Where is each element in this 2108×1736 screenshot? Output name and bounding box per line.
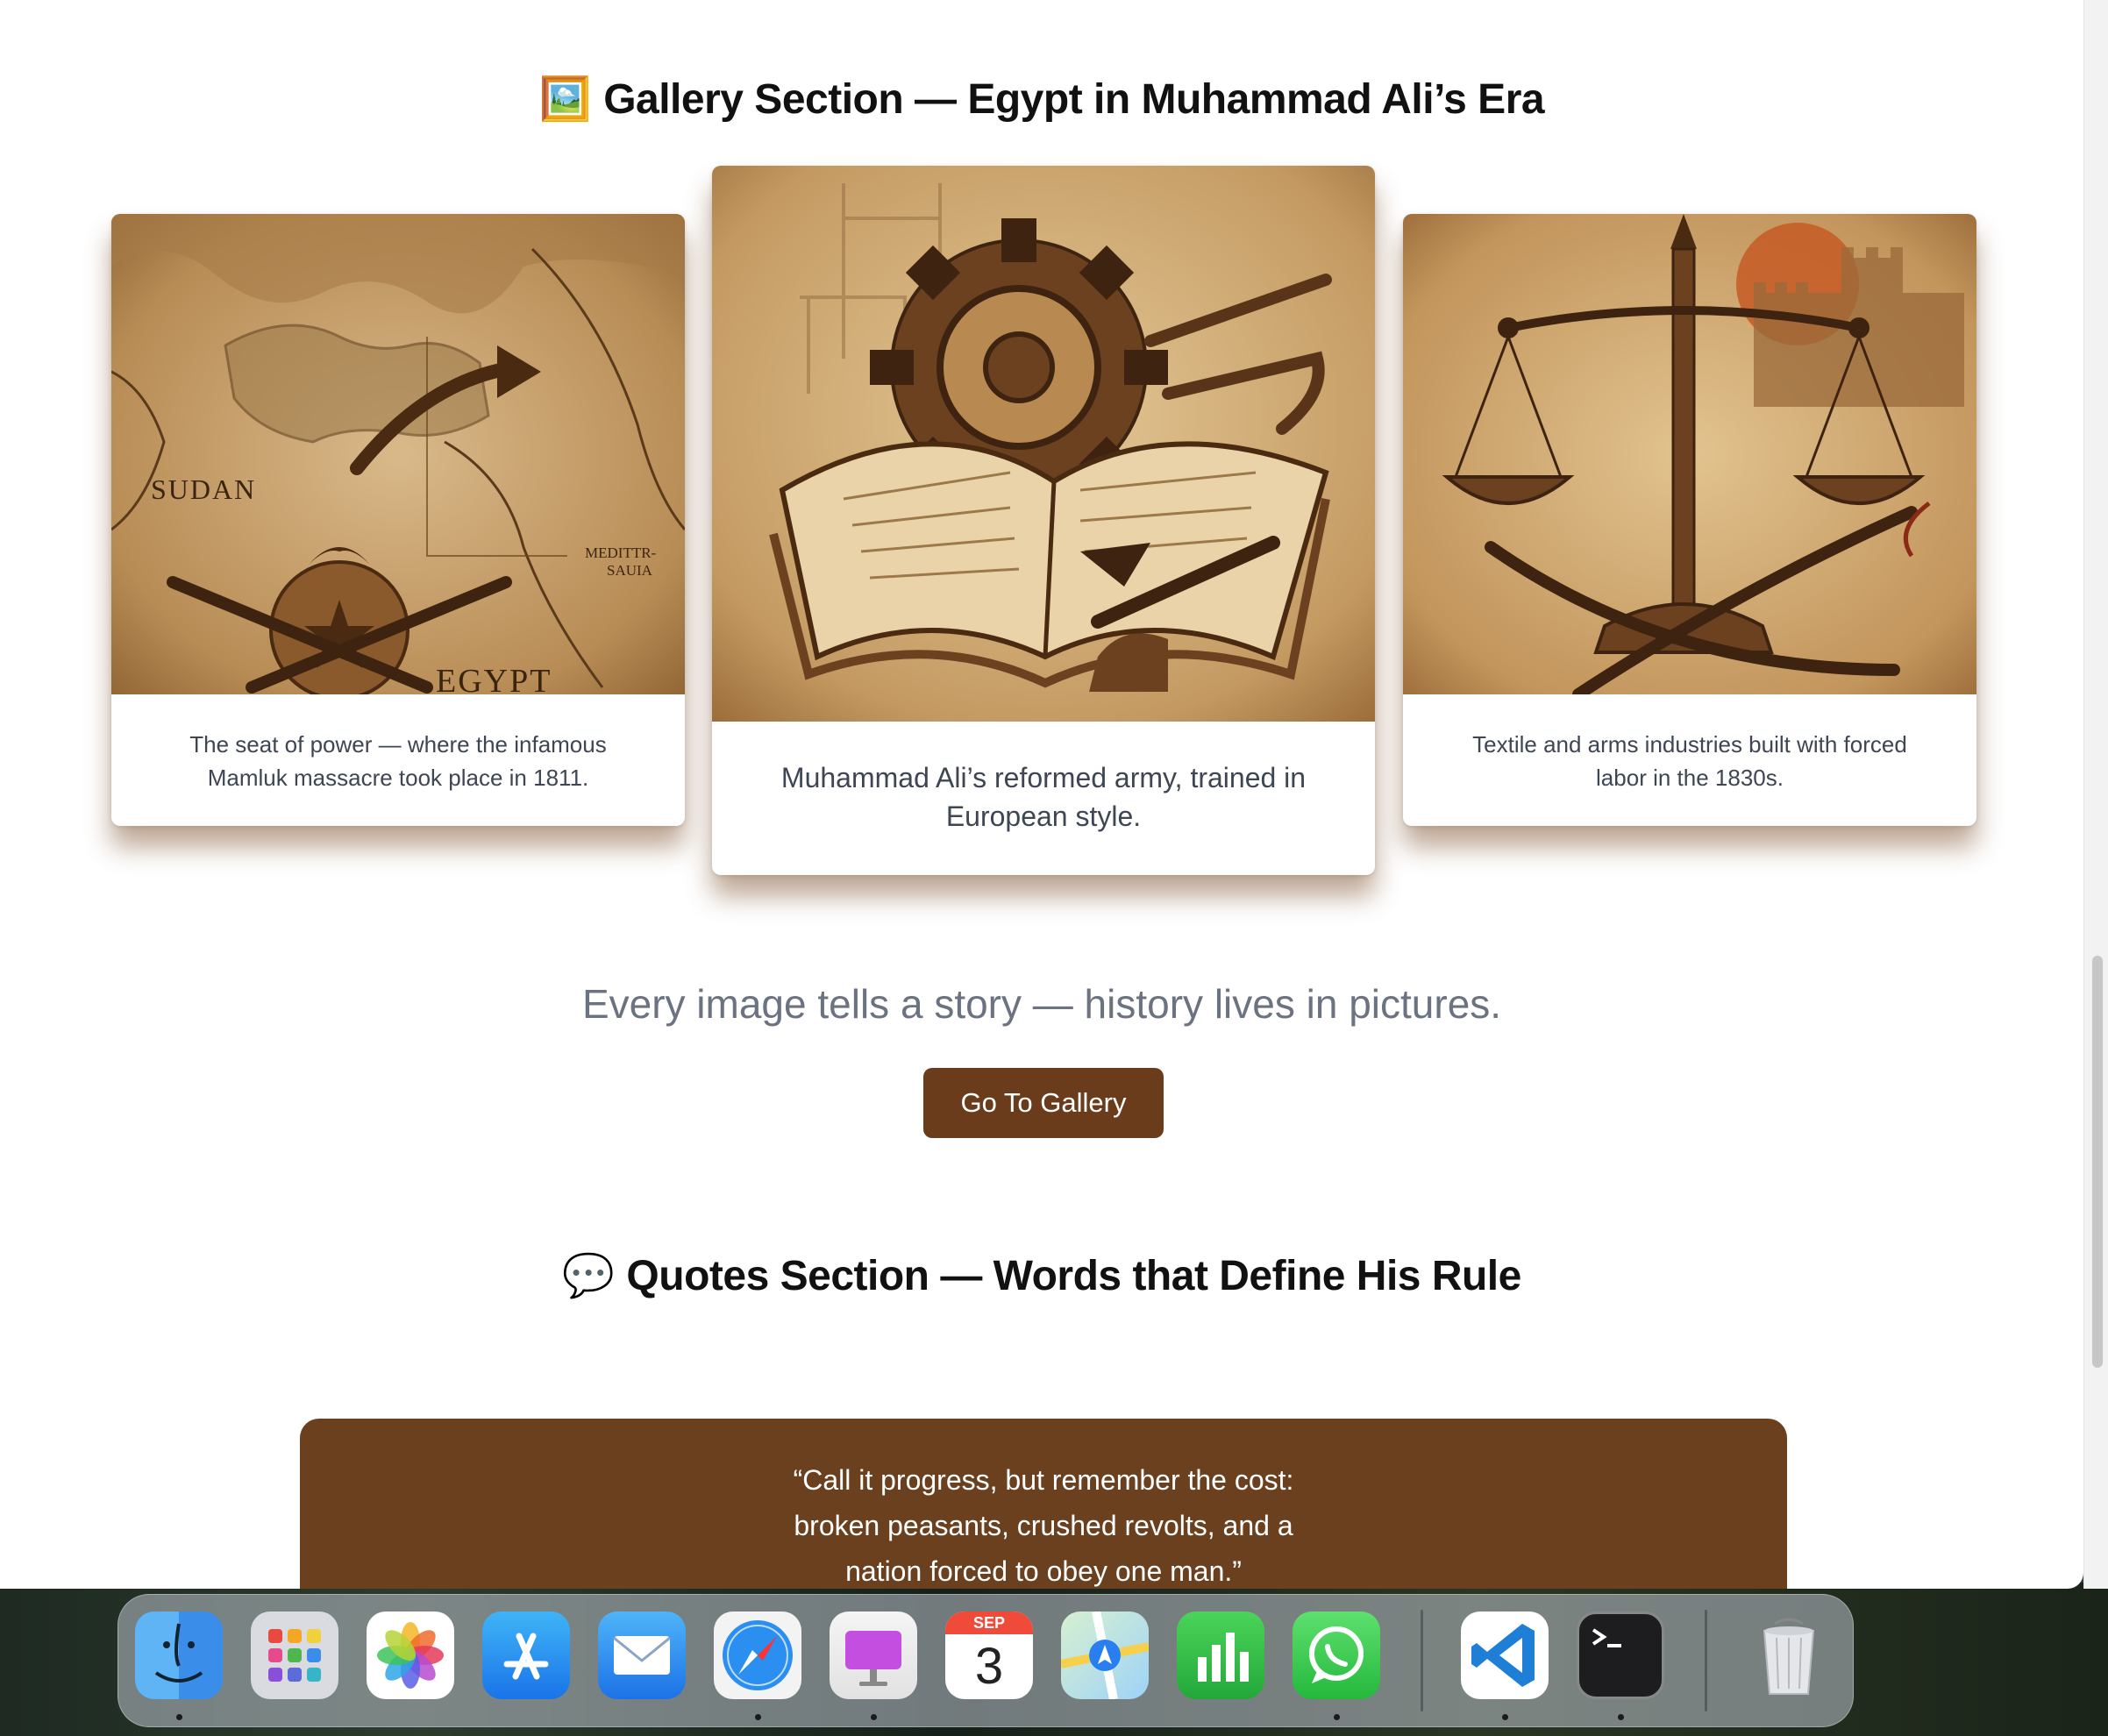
maps-icon[interactable] — [1061, 1611, 1149, 1699]
running-indicator — [1334, 1714, 1340, 1720]
calendar-icon[interactable]: SEP 3 — [945, 1611, 1033, 1699]
map-label-sea-2: SAUIA — [607, 562, 653, 579]
gallery-card-industries[interactable]: Textile and arms industries built with f… — [1403, 214, 1976, 826]
mail-icon[interactable] — [598, 1611, 686, 1699]
framed-picture-icon: 🖼️ — [538, 75, 592, 124]
map-label-egypt: EGYPT — [436, 663, 552, 694]
caption-line: labor in the 1830s. — [1596, 765, 1784, 791]
gallery-title-text: Gallery Section — Egypt in Muhammad Ali’… — [603, 76, 1545, 123]
quote-line: broken peasants, crushed revolts, and a — [794, 1510, 1293, 1541]
launchpad-icon[interactable] — [251, 1611, 338, 1699]
whatsapp-icon[interactable] — [1293, 1611, 1380, 1699]
scrollbar-thumb[interactable] — [2092, 956, 2103, 1368]
gallery-card-egypt-map[interactable]: SUDAN EGYPT MEDITTR- SAUIA The seat of p… — [111, 214, 685, 826]
quote-card: “Call it progress, but remember the cost… — [300, 1419, 1787, 1589]
quotes-title-text: Quotes Section — Words that Define His R… — [626, 1253, 1521, 1299]
caption-line: European style. — [945, 800, 1142, 832]
numbers-icon[interactable] — [1177, 1611, 1264, 1699]
photos-icon[interactable] — [367, 1611, 454, 1699]
quote-line: “Call it progress, but remember the cost… — [793, 1464, 1294, 1496]
finder-icon[interactable] — [135, 1611, 223, 1699]
gallery-tagline: Every image tells a story — history live… — [581, 981, 1502, 1027]
quote-text: “Call it progress, but remember the cost… — [300, 1457, 1787, 1589]
go-to-gallery-button[interactable]: Go To Gallery — [923, 1068, 1164, 1138]
keynote-icon[interactable] — [830, 1611, 917, 1699]
browser-page: 🖼️ Gallery Section — Egypt in Muhammad Al… — [0, 0, 2083, 1589]
gallery-section-title: 🖼️ Gallery Section — Egypt in Muhammad Al… — [0, 74, 2083, 124]
vscode-icon[interactable] — [1461, 1611, 1549, 1699]
running-indicator — [871, 1714, 877, 1720]
map-label-sea-1: MEDITTR- — [585, 544, 657, 561]
running-indicator — [1618, 1714, 1624, 1720]
caption-line: Textile and arms industries built with f… — [1472, 731, 1907, 758]
caption-line: Muhammad Ali’s reformed army, trained in — [780, 762, 1307, 793]
trash-icon[interactable] — [1745, 1611, 1833, 1699]
gallery-card-caption: Textile and arms industries built with f… — [1429, 728, 1950, 794]
speech-bubble-icon: 💬 — [562, 1251, 615, 1300]
gallery-card-caption: The seat of power — where the infamous M… — [138, 728, 659, 794]
book-and-gear-illustration — [712, 166, 1375, 722]
running-indicator — [755, 1714, 761, 1720]
terminal-icon[interactable] — [1577, 1611, 1664, 1699]
caption-line: Mamluk massacre took place in 1811. — [207, 765, 589, 791]
calendar-month: SEP — [945, 1611, 1033, 1634]
egypt-map-illustration: SUDAN EGYPT MEDITTR- SAUIA — [111, 214, 685, 694]
running-indicator — [176, 1714, 182, 1720]
caption-line: The seat of power — where the infamous — [189, 731, 607, 758]
app-store-icon[interactable] — [482, 1611, 570, 1699]
safari-icon[interactable] — [714, 1611, 801, 1699]
calendar-day: 3 — [974, 1638, 1004, 1695]
gallery-card-caption: Muhammad Ali’s reformed army, trained in… — [738, 758, 1349, 836]
map-label-sudan: SUDAN — [151, 473, 256, 505]
quotes-section-title: 💬 Quotes Section — Words that Define His … — [0, 1250, 2083, 1300]
quote-line: nation forced to obey one man.” — [845, 1555, 1242, 1587]
dock-separator — [1705, 1610, 1707, 1711]
dock-separator — [1421, 1610, 1423, 1711]
running-indicator — [1502, 1714, 1508, 1720]
gallery-card-reformed-army[interactable]: Muhammad Ali’s reformed army, trained in… — [712, 166, 1375, 875]
scales-of-justice-illustration — [1403, 214, 1976, 694]
